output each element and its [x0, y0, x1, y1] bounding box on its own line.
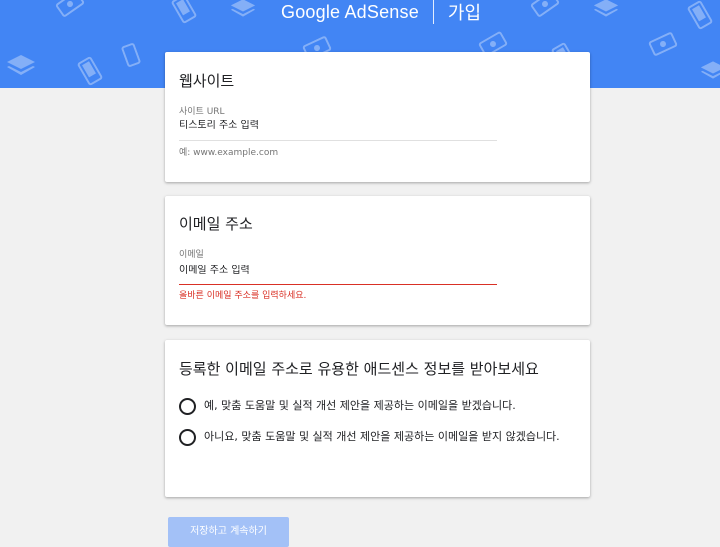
newsletter-option-no-label: 아니요, 맞춤 도움말 및 실적 개선 제안을 제공하는 이메일을 받지 않겠습… [204, 430, 560, 443]
brand-header: Google AdSense 가입 [281, 0, 481, 24]
phone-icon [121, 42, 142, 67]
banknote-icon [55, 0, 85, 18]
email-card: 이메일 주소 이메일 올바른 이메일 주소를 입력하세요. [165, 196, 590, 325]
radio-button-yes[interactable] [179, 398, 196, 415]
site-url-underline [179, 140, 497, 141]
email-input[interactable] [179, 265, 497, 276]
phone-icon [171, 0, 198, 24]
site-url-hint: 예: www.example.com [179, 148, 279, 158]
website-card: 웹사이트 사이트 URL 예: www.example.com [165, 52, 590, 182]
email-underline-error [179, 284, 497, 285]
save-continue-button[interactable]: 저장하고 계속하기 [168, 517, 289, 547]
banknote-icon [648, 31, 678, 56]
phone-icon [687, 0, 714, 30]
newsletter-option-no[interactable]: 아니요, 맞춤 도움말 및 실적 개선 제안을 제공하는 이메일을 받지 않겠습… [179, 429, 569, 446]
layers-icon [593, 0, 619, 18]
page-title: 가입 [447, 3, 482, 24]
site-url-label: 사이트 URL [179, 107, 225, 117]
brand-logo: Google AdSense [281, 1, 419, 22]
layers-icon [230, 0, 256, 18]
newsletter-option-yes[interactable]: 예, 맞춤 도움말 및 실적 개선 제안을 제공하는 이메일을 받겠습니다. [179, 398, 569, 415]
site-url-input[interactable] [179, 120, 497, 131]
email-card-title: 이메일 주소 [179, 215, 253, 233]
website-card-title: 웹사이트 [179, 72, 235, 90]
phone-icon [77, 56, 104, 87]
layers-icon [6, 54, 36, 76]
layers-icon [700, 60, 720, 80]
radio-button-no[interactable] [179, 429, 196, 446]
newsletter-card-title: 등록한 이메일 주소로 유용한 애드센스 정보를 받아보세요 [179, 360, 539, 378]
newsletter-option-yes-label: 예, 맞춤 도움말 및 실적 개선 제안을 제공하는 이메일을 받겠습니다. [204, 399, 516, 412]
email-error-message: 올바른 이메일 주소를 입력하세요. [179, 291, 307, 301]
banknote-icon [530, 0, 560, 18]
brand-divider [432, 0, 434, 24]
newsletter-card: 등록한 이메일 주소로 유용한 애드센스 정보를 받아보세요 예, 맞춤 도움말… [165, 340, 590, 497]
email-label: 이메일 [179, 250, 204, 260]
